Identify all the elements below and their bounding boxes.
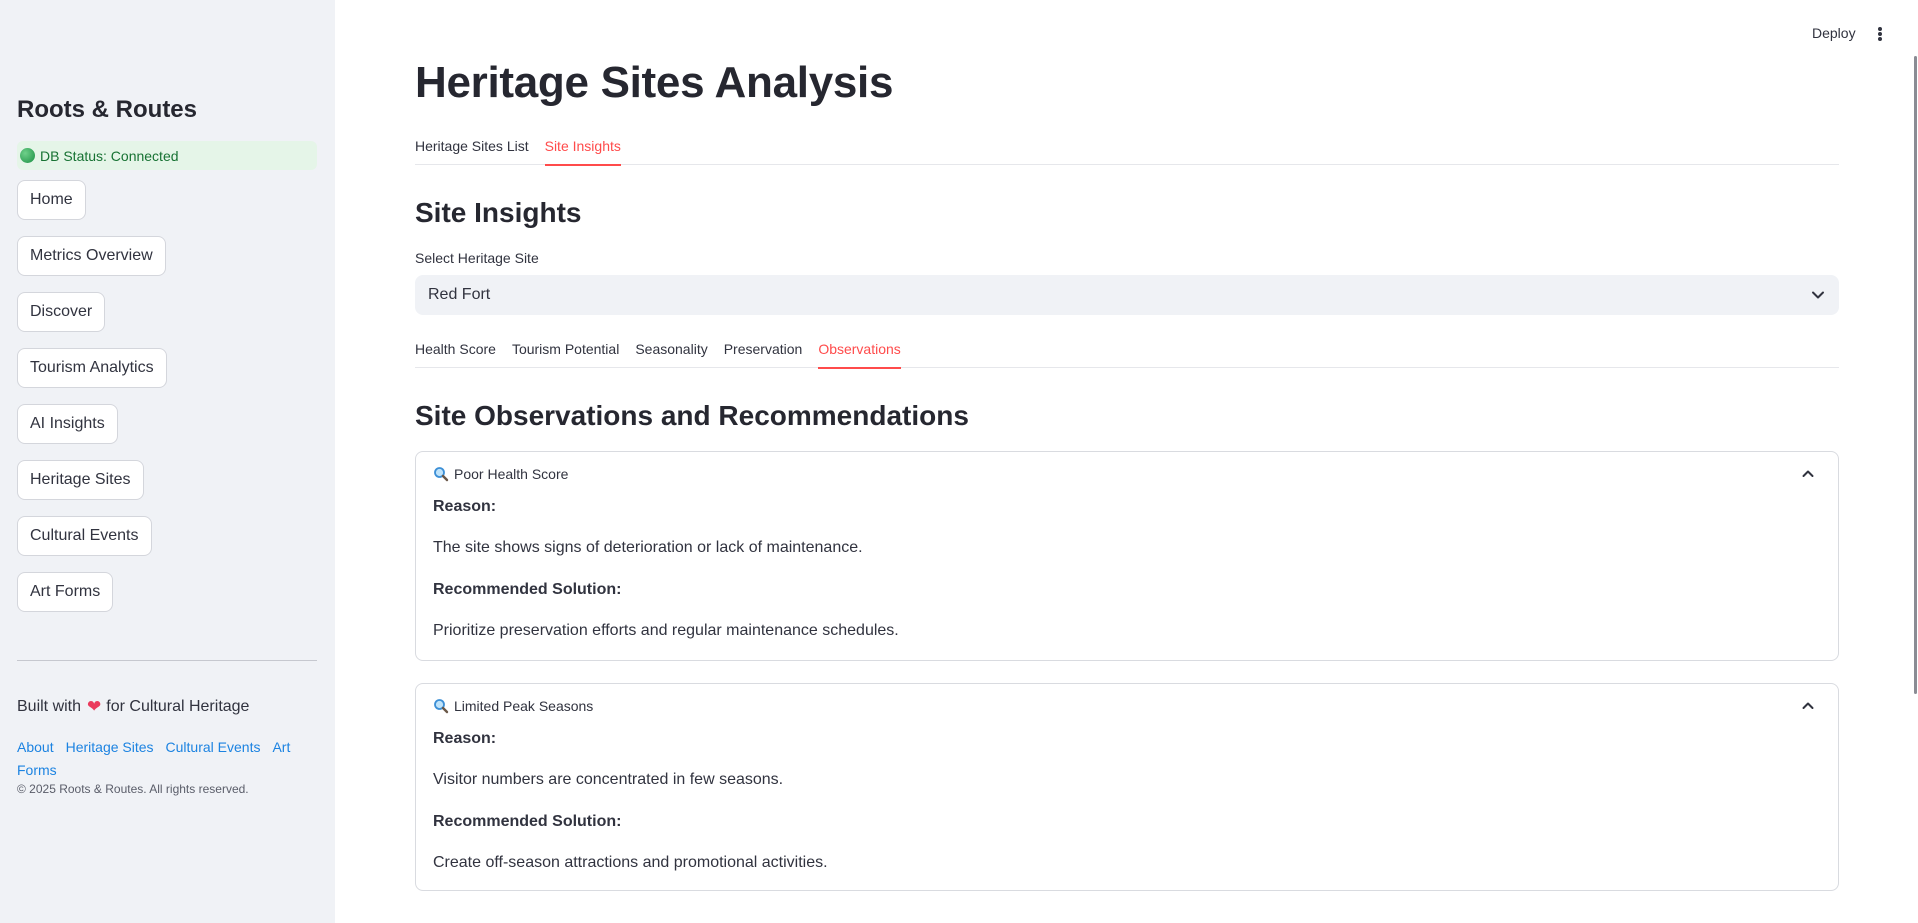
solution-text: Create off-season attractions and promot… [433, 854, 828, 871]
select-site-label: Select Heritage Site [415, 250, 539, 266]
db-status-badge: DB Status: Connected [17, 141, 317, 170]
tab-heritage-sites-list[interactable]: Heritage Sites List [415, 138, 529, 164]
copyright: © 2025 Roots & Routes. All rights reserv… [17, 782, 249, 796]
nav-metrics-overview-button[interactable]: Metrics Overview [17, 236, 166, 276]
magnifier-icon [434, 699, 449, 714]
chevron-down-icon [1812, 291, 1824, 299]
scrollbar[interactable] [1914, 56, 1917, 694]
expander-title: Limited Peak Seasons [454, 698, 594, 714]
reason-text: The site shows signs of deterioration or… [433, 539, 863, 556]
heart-icon: ❤ [87, 697, 102, 716]
tab-tourism-potential[interactable]: Tourism Potential [512, 341, 619, 367]
main-tabs: Heritage Sites List Site Insights [415, 138, 1839, 166]
tab-observations[interactable]: Observations [818, 341, 902, 369]
expander-body: Reason: Visitor numbers are concentrated… [416, 728, 1838, 890]
select-value: Red Fort [428, 286, 491, 303]
footer-link-cultural-events[interactable]: Cultural Events [166, 739, 261, 755]
tab-health-score[interactable]: Health Score [415, 341, 496, 367]
chevron-up-icon [1802, 470, 1814, 477]
reason-text: Visitor numbers are concentrated in few … [433, 771, 784, 788]
deploy-button[interactable]: Deploy [1812, 25, 1856, 41]
sidebar-divider [17, 660, 317, 661]
nav-cultural-events-button[interactable]: Cultural Events [17, 516, 152, 556]
built-with-prefix: Built with [17, 698, 82, 715]
magnifier-icon [434, 467, 449, 482]
tab-seasonality[interactable]: Seasonality [635, 341, 707, 367]
section-title: Site Insights [415, 197, 582, 228]
footer-links: About Heritage Sites Cultural Events Art Fo… [17, 736, 302, 782]
kebab-menu-icon[interactable] [1874, 24, 1886, 44]
tab-preservation[interactable]: Preservation [724, 341, 803, 367]
expander-header[interactable]: Poor Health Score [416, 452, 1838, 496]
heritage-site-select[interactable]: Red Fort [415, 275, 1839, 315]
nav-tourism-analytics-button[interactable]: Tourism Analytics [17, 348, 167, 388]
solution-text: Prioritize preservation efforts and regu… [433, 622, 899, 639]
built-with-text: Built with ❤ for Cultural Heritage [17, 697, 249, 717]
nav-heritage-sites-button[interactable]: Heritage Sites [17, 460, 144, 500]
sidebar-brand: Roots & Routes [17, 96, 197, 123]
nav-home-button[interactable]: Home [17, 180, 86, 220]
page-title: Heritage Sites Analysis [415, 58, 894, 107]
footer-link-heritage-sites[interactable]: Heritage Sites [66, 739, 154, 755]
footer-link-about[interactable]: About [17, 739, 54, 755]
nav-discover-button[interactable]: Discover [17, 292, 106, 332]
nav-ai-insights-button[interactable]: AI Insights [17, 404, 118, 444]
built-with-suffix: for Cultural Heritage [106, 698, 250, 715]
expander-header[interactable]: Limited Peak Seasons [416, 684, 1838, 728]
sidebar: Roots & Routes DB Status: Connected Home… [0, 0, 335, 923]
nav-art-forms-button[interactable]: Art Forms [17, 572, 114, 612]
solution-label: Recommended Solution: [433, 581, 622, 598]
expander-body: Reason: The site shows signs of deterior… [416, 496, 1838, 660]
tab-site-insights[interactable]: Site Insights [544, 138, 622, 166]
insight-subtabs: Health Score Tourism Potential Seasonali… [415, 341, 1839, 369]
observation-expander: Limited Peak Seasons Reason: Visitor num… [415, 683, 1839, 891]
reason-label: Reason: [433, 730, 497, 747]
db-status-text: DB Status: Connected [40, 147, 179, 164]
observation-expander: Poor Health Score Reason: The site shows… [415, 451, 1839, 661]
green-circle-icon [20, 148, 35, 163]
solution-label: Recommended Solution: [433, 813, 622, 830]
expander-title: Poor Health Score [454, 466, 569, 482]
observations-title: Site Observations and Recommendations [415, 400, 969, 431]
chevron-up-icon [1802, 702, 1814, 709]
reason-label: Reason: [433, 498, 497, 515]
